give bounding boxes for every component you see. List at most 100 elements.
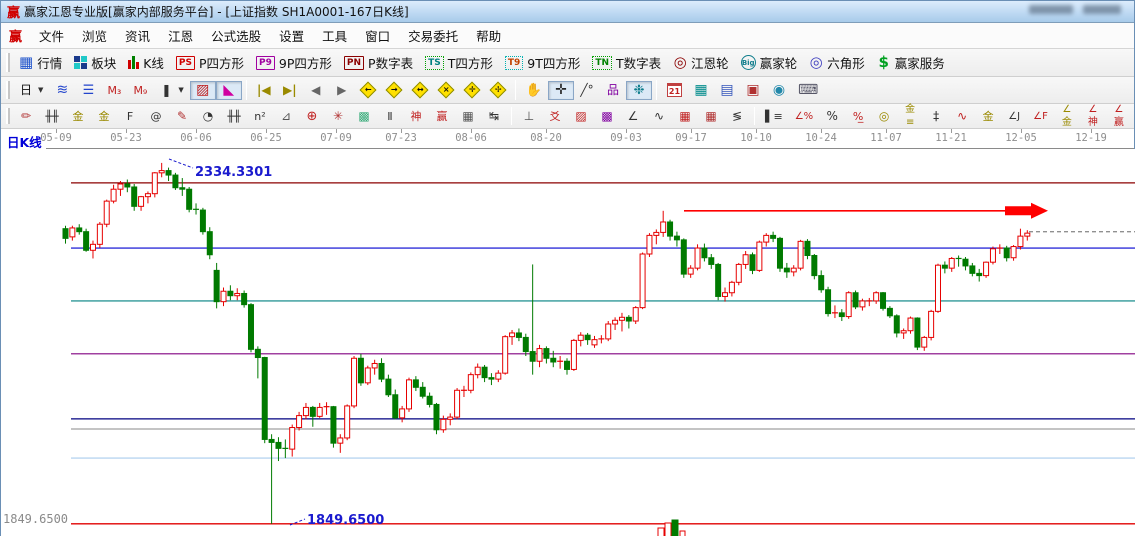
gann-fan-red-tool[interactable]: 爻 (542, 107, 568, 126)
save-button[interactable]: ▣ (740, 81, 766, 100)
ying-angle-tool[interactable]: ∠赢 (1106, 100, 1132, 132)
shen-grid-tool[interactable]: 神 (403, 107, 429, 126)
p9-square-button[interactable]: P99P四方形 (250, 50, 338, 75)
crosshair-tool[interactable]: ✛ (548, 81, 574, 100)
percent-slash-tool[interactable]: ∠% (789, 107, 819, 126)
winner-service-button[interactable]: $赢家服务 (871, 50, 951, 75)
trendline-tool[interactable]: ╱° (574, 81, 600, 100)
percent-tool[interactable]: % (819, 107, 845, 126)
spiral-tool[interactable]: @ (143, 107, 169, 126)
go-last-button[interactable]: ▶| (277, 81, 303, 100)
candle-style-selector[interactable]: ❚▼ (153, 81, 189, 100)
winner-wheel-button[interactable]: Big赢家轮 (735, 50, 804, 75)
zigzag-tool[interactable]: ∿ (646, 107, 672, 126)
pan-right-button[interactable]: → (381, 81, 407, 99)
zoom-reset-button[interactable]: × (433, 81, 459, 99)
f-angle-tool[interactable]: ∠F (1027, 107, 1054, 126)
zoom-out-button[interactable]: ✢ (485, 81, 511, 99)
menu-item-window[interactable]: 窗口 (356, 23, 399, 48)
mark-tool[interactable]: Ⅱ (377, 107, 403, 126)
gann-wheel-button[interactable]: ◎江恩轮 (667, 50, 735, 75)
sector-button[interactable]: 板块 (68, 50, 122, 75)
calendar-button[interactable]: 21 (661, 80, 688, 100)
j-angle-tool[interactable]: ∠J (1001, 107, 1027, 126)
menu-item-browse[interactable]: 浏览 (73, 23, 116, 48)
period-selector[interactable]: 日▼ (13, 81, 49, 100)
candlestick-chart[interactable]: 2334.33011849.65001849.6500 (1, 149, 1135, 536)
chart3-icon[interactable]: M₃ (101, 81, 127, 100)
menu-item-help[interactable]: 帮助 (467, 23, 510, 48)
hist-levels-tool[interactable]: ▌≡ (759, 107, 789, 126)
menu-item-news[interactable]: 资讯 (116, 23, 159, 48)
info-panel-icon[interactable]: ☰ (75, 81, 101, 100)
protractor-tool[interactable]: ✎ (169, 107, 195, 126)
grid-123-tool[interactable]: ▦ (455, 107, 481, 126)
toolbar-grip[interactable] (6, 81, 10, 99)
n-square-tool[interactable]: n² (247, 107, 273, 126)
ying-grid-tool[interactable]: 赢 (429, 107, 455, 126)
smart-analysis-tool[interactable]: ❉ (626, 81, 652, 100)
radial-circle-tool[interactable]: ✳ (325, 107, 351, 126)
red-grid2-tool[interactable]: ▦ (698, 107, 724, 126)
circle-ruler-tool[interactable]: ◔ (195, 107, 221, 126)
t-square-button[interactable]: TST四方形 (419, 50, 499, 75)
pan-both-button[interactable]: ↔ (407, 81, 433, 99)
draw-pencil-tool[interactable]: ✏ (13, 107, 39, 126)
percent-line-tool[interactable]: %̲ (845, 107, 871, 126)
angle-lines-tool[interactable]: ∠ (620, 107, 646, 126)
calculator-button[interactable]: ▦ (688, 81, 714, 100)
menu-item-file[interactable]: 文件 (30, 23, 73, 48)
export-web-button[interactable]: ◉ (766, 81, 792, 100)
hand-drag-tool[interactable]: ✋ (520, 81, 548, 100)
toolbar-grip[interactable] (6, 108, 10, 125)
support-line-tool[interactable]: ⊥ (516, 107, 542, 126)
parallel-lines-tool[interactable]: ≶ (724, 107, 750, 126)
gold-circle-line-tool[interactable]: ◎ (871, 107, 897, 126)
red-grid-tool[interactable]: ▦ (672, 107, 698, 126)
gold-grid2-tool[interactable]: 金 (91, 107, 117, 126)
t9-square-button[interactable]: T99T四方形 (499, 50, 587, 75)
hexagon-button[interactable]: ◎六角形 (803, 50, 871, 75)
next-bar-button[interactable]: ▶ (329, 81, 355, 100)
fan-box2-tool[interactable]: ▩ (594, 107, 620, 126)
circle-cross-tool[interactable]: ⊕ (299, 107, 325, 126)
f-grid-tool[interactable]: F (117, 107, 143, 126)
gold-levels-tool[interactable]: 金≡ (897, 100, 923, 132)
span-measure-tool[interactable]: ↹ (481, 107, 507, 126)
notes-button[interactable]: ▤ (714, 81, 740, 100)
menu-item-settings[interactable]: 设置 (270, 23, 313, 48)
gold-line2-tool[interactable]: 金 (975, 107, 1001, 126)
structure-tool[interactable]: 品 (600, 81, 626, 100)
kline-button[interactable]: K线 (122, 50, 170, 75)
menu-item-tools[interactable]: 工具 (313, 23, 356, 48)
go-first-button[interactable]: |◀ (251, 81, 277, 100)
zoom-in-button[interactable]: ✛ (459, 81, 485, 99)
toolbar-grip[interactable] (6, 53, 10, 72)
price-ruler-tool[interactable]: ╫╫ (39, 107, 65, 126)
overlay-chart-icon[interactable]: ≋ (49, 81, 75, 100)
shen-angle-tool[interactable]: ∠神 (1080, 100, 1106, 132)
fan-box-tool[interactable]: ▨ (568, 107, 594, 126)
wave-line-tool[interactable]: ∿ (949, 107, 975, 126)
gold-grid-tool[interactable]: 金 (65, 107, 91, 126)
gold-angle-tool[interactable]: ∠金 (1054, 100, 1080, 132)
p-number-table-button[interactable]: PNP数字表 (338, 50, 419, 75)
pan-left-button[interactable]: ← (355, 81, 381, 99)
gann-fan-small-tool[interactable]: ⊿ (273, 107, 299, 126)
map-icon[interactable]: ▨ (190, 81, 216, 100)
prev-bar-button[interactable]: ◀ (303, 81, 329, 100)
time-ruler-tool[interactable]: ╫╫ (221, 107, 247, 126)
t-number-table-button[interactable]: TNT数字表 (586, 50, 667, 75)
volume-histogram-icon[interactable]: ◣ (216, 81, 242, 100)
menu-item-formula-picker[interactable]: 公式选股 (202, 23, 270, 48)
menu-item-trade[interactable]: 交易委托 (399, 23, 467, 48)
quote-button[interactable]: ▦行情 (13, 50, 68, 75)
menu-item-gann[interactable]: 江恩 (159, 23, 202, 48)
brush-tool[interactable]: ‡ (923, 107, 949, 126)
candle-body (448, 417, 453, 419)
grid-circle-tool[interactable]: ▩ (351, 107, 377, 126)
chart9-icon[interactable]: M₉ (127, 81, 153, 100)
remote-pc-button[interactable]: ⌨ (792, 81, 824, 100)
p-square-button[interactable]: PSP四方形 (170, 50, 250, 75)
chart-canvas[interactable]: 2334.33011849.65001849.6500 (1, 149, 1135, 536)
